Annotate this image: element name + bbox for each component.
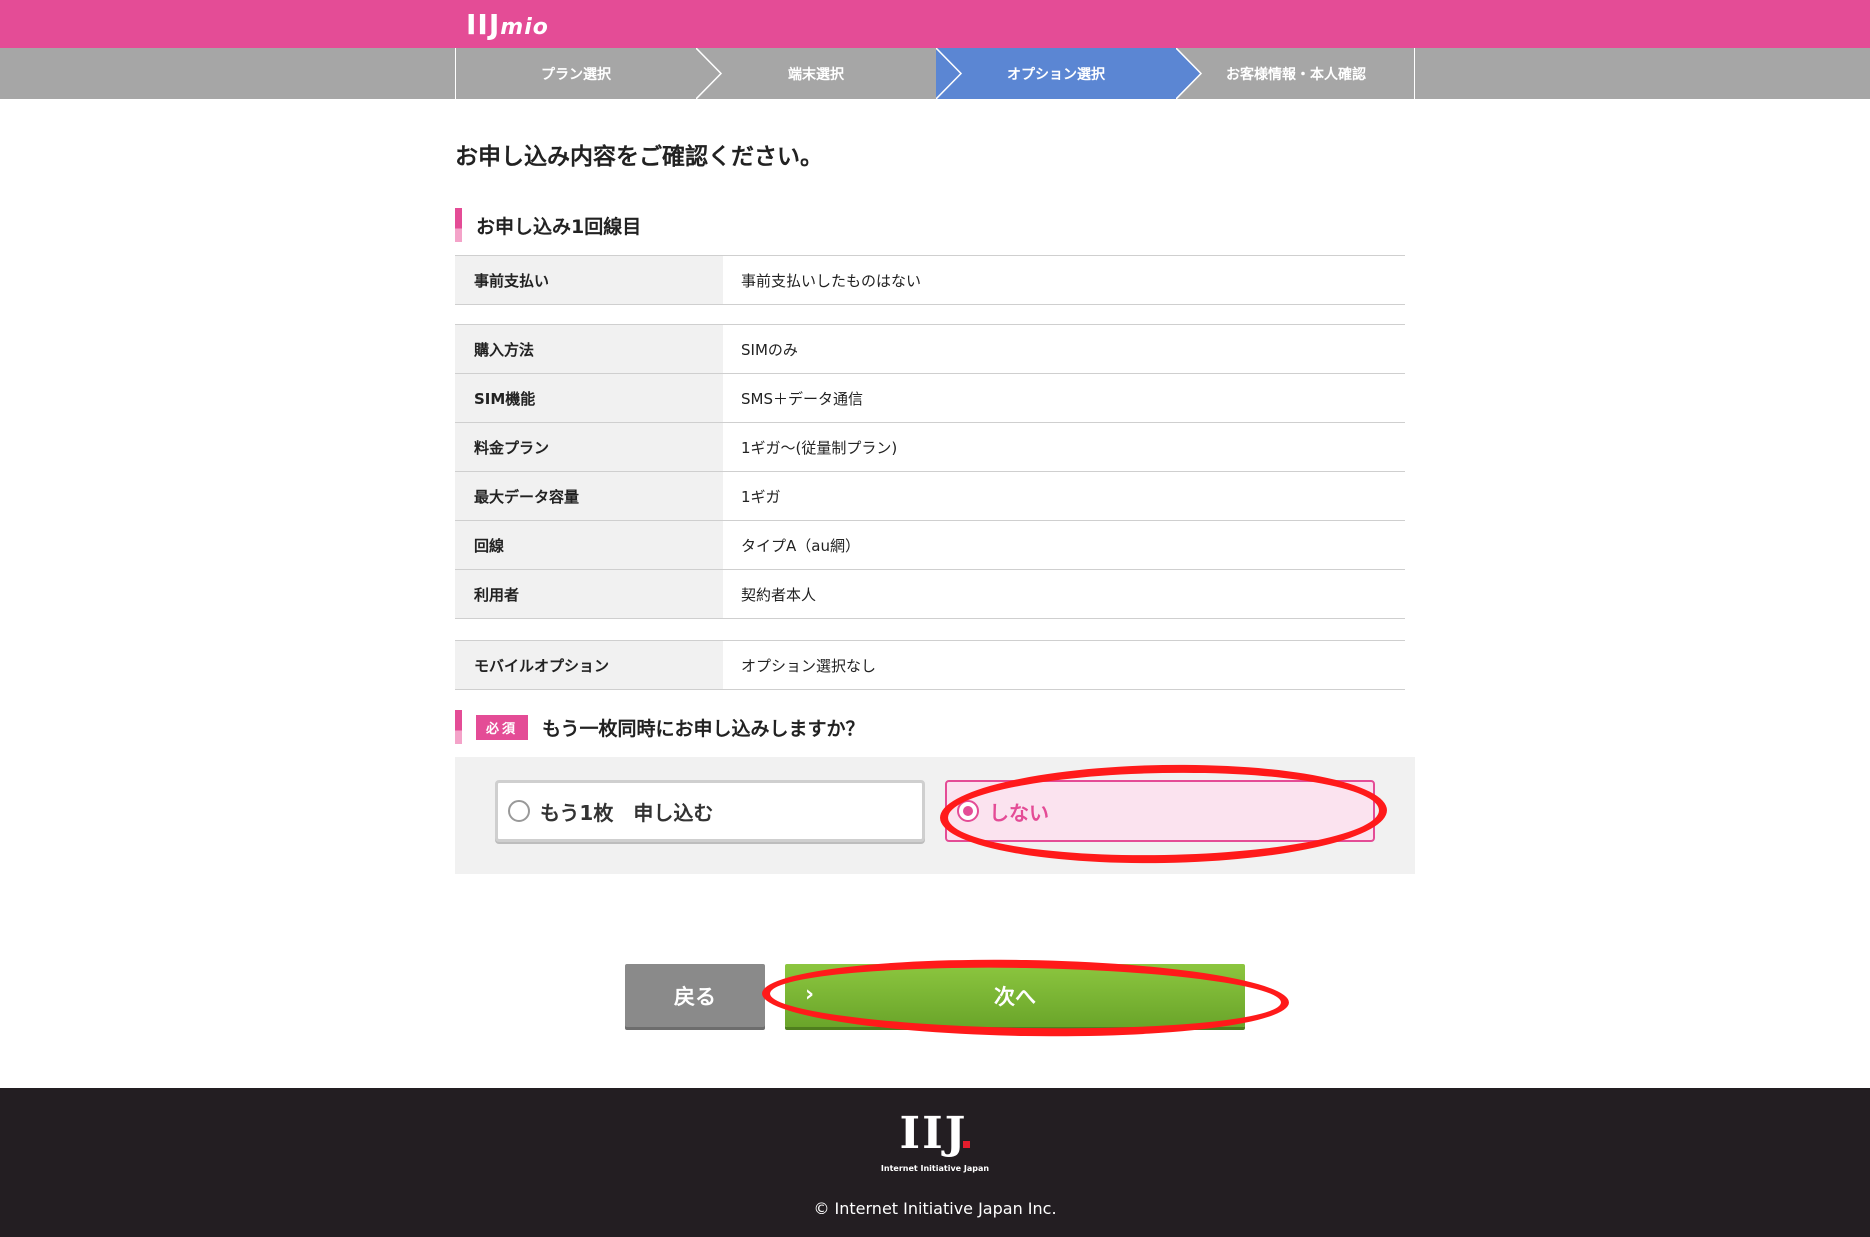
table-row: 利用者 契約者本人	[455, 570, 1405, 619]
table-row: モバイルオプション オプション選択なし	[455, 641, 1405, 690]
top-header: IIJmio	[0, 0, 1870, 48]
iijmio-logo[interactable]: IIJmio	[466, 8, 549, 41]
footer: IIJ Internet Initiative Japan © Internet…	[0, 1088, 1870, 1237]
logo-main: IIJ	[466, 8, 501, 41]
footer-logo-subtitle: Internet Initiative Japan	[880, 1164, 990, 1173]
step-separator-icon	[936, 48, 966, 99]
table-row: 回線 タイプA（au網）	[455, 521, 1405, 570]
page-title: お申し込み内容をご確認ください。	[455, 144, 823, 170]
heading-accent-bar	[455, 710, 462, 744]
row-value: 1ギガ〜(従量制プラン)	[741, 438, 898, 457]
row-value: SMS＋データ通信	[741, 389, 863, 408]
row-value: SIMのみ	[741, 340, 798, 359]
row-label: 料金プラン	[455, 423, 723, 471]
summary-table-option: モバイルオプション オプション選択なし	[455, 640, 1405, 690]
question-text: もう一枚同時にお申し込みしますか？	[542, 717, 865, 740]
logo-sub: mio	[500, 15, 549, 40]
table-row: 最大データ容量 1ギガ	[455, 472, 1405, 521]
option-label: もう1枚 申し込む	[540, 800, 714, 825]
step-separator-icon	[1176, 48, 1203, 99]
row-label: 購入方法	[455, 325, 723, 373]
step-option: オプション選択	[936, 48, 1176, 99]
row-value: 契約者本人	[741, 585, 817, 604]
option-add-another-sim[interactable]: もう1枚 申し込む	[495, 780, 925, 842]
section-title: お申し込み1回線目	[476, 215, 642, 238]
logo-dot-icon	[963, 1141, 971, 1148]
row-value: オプション選択なし	[741, 656, 877, 675]
step-label: プラン選択	[541, 66, 611, 83]
table-row: SIM機能 SMS＋データ通信	[455, 374, 1405, 423]
section-heading: お申し込み1回線目	[455, 208, 641, 242]
summary-table-payment: 事前支払い 事前支払いしたものはない	[455, 255, 1405, 305]
table-row: 購入方法 SIMのみ	[455, 325, 1405, 374]
step-plan: プラン選択	[456, 48, 696, 99]
option-label: しない	[989, 800, 1049, 825]
row-value: 1ギガ	[741, 487, 781, 506]
next-button[interactable]: › 次へ	[785, 964, 1245, 1027]
step-label: お客様情報・本人確認	[1226, 66, 1366, 83]
table-row: 料金プラン 1ギガ〜(従量制プラン)	[455, 423, 1405, 472]
step-label: オプション選択	[1007, 66, 1105, 83]
step-customer-info: お客様情報・本人確認	[1176, 48, 1416, 99]
option-do-not-add[interactable]: しない	[945, 780, 1375, 842]
choice-area: もう1枚 申し込む しない	[455, 757, 1415, 874]
row-label: 利用者	[455, 570, 723, 618]
iij-footer-logo[interactable]: IIJ	[0, 1108, 1870, 1159]
required-badge: 必須	[476, 714, 529, 740]
step-label: 端末選択	[788, 66, 844, 83]
footer-logo-text: IIJ	[899, 1108, 968, 1159]
row-value: タイプA（au網）	[741, 536, 860, 555]
radio-checked-icon[interactable]	[957, 800, 979, 822]
row-label: 事前支払い	[455, 256, 723, 304]
copyright: © Internet Initiative Japan Inc.	[813, 1199, 1057, 1218]
summary-table-sim: 購入方法 SIMのみ SIM機能 SMS＋データ通信 料金プラン 1ギガ〜(従量…	[455, 324, 1405, 619]
chevron-right-icon: ›	[805, 982, 815, 1007]
progress-stepper: プラン選択 端末選択 オプション選択 お客様情報・本人確認	[0, 48, 1870, 99]
step-device: 端末選択	[696, 48, 936, 99]
row-value: 事前支払いしたものはない	[741, 271, 922, 290]
radio-unchecked-icon[interactable]	[508, 800, 530, 822]
next-label: 次へ	[994, 984, 1036, 1009]
heading-accent-bar	[455, 208, 462, 242]
step-separator-icon	[696, 48, 723, 99]
back-label: 戻る	[674, 984, 716, 1009]
table-row: 事前支払い 事前支払いしたものはない	[455, 256, 1405, 305]
row-label: SIM機能	[455, 374, 723, 422]
row-label: 最大データ容量	[455, 472, 723, 520]
row-label: モバイルオプション	[455, 641, 723, 689]
row-label: 回線	[455, 521, 723, 569]
question-heading: 必須 もう一枚同時にお申し込みしますか？	[455, 710, 864, 744]
back-button[interactable]: 戻る	[625, 964, 765, 1027]
